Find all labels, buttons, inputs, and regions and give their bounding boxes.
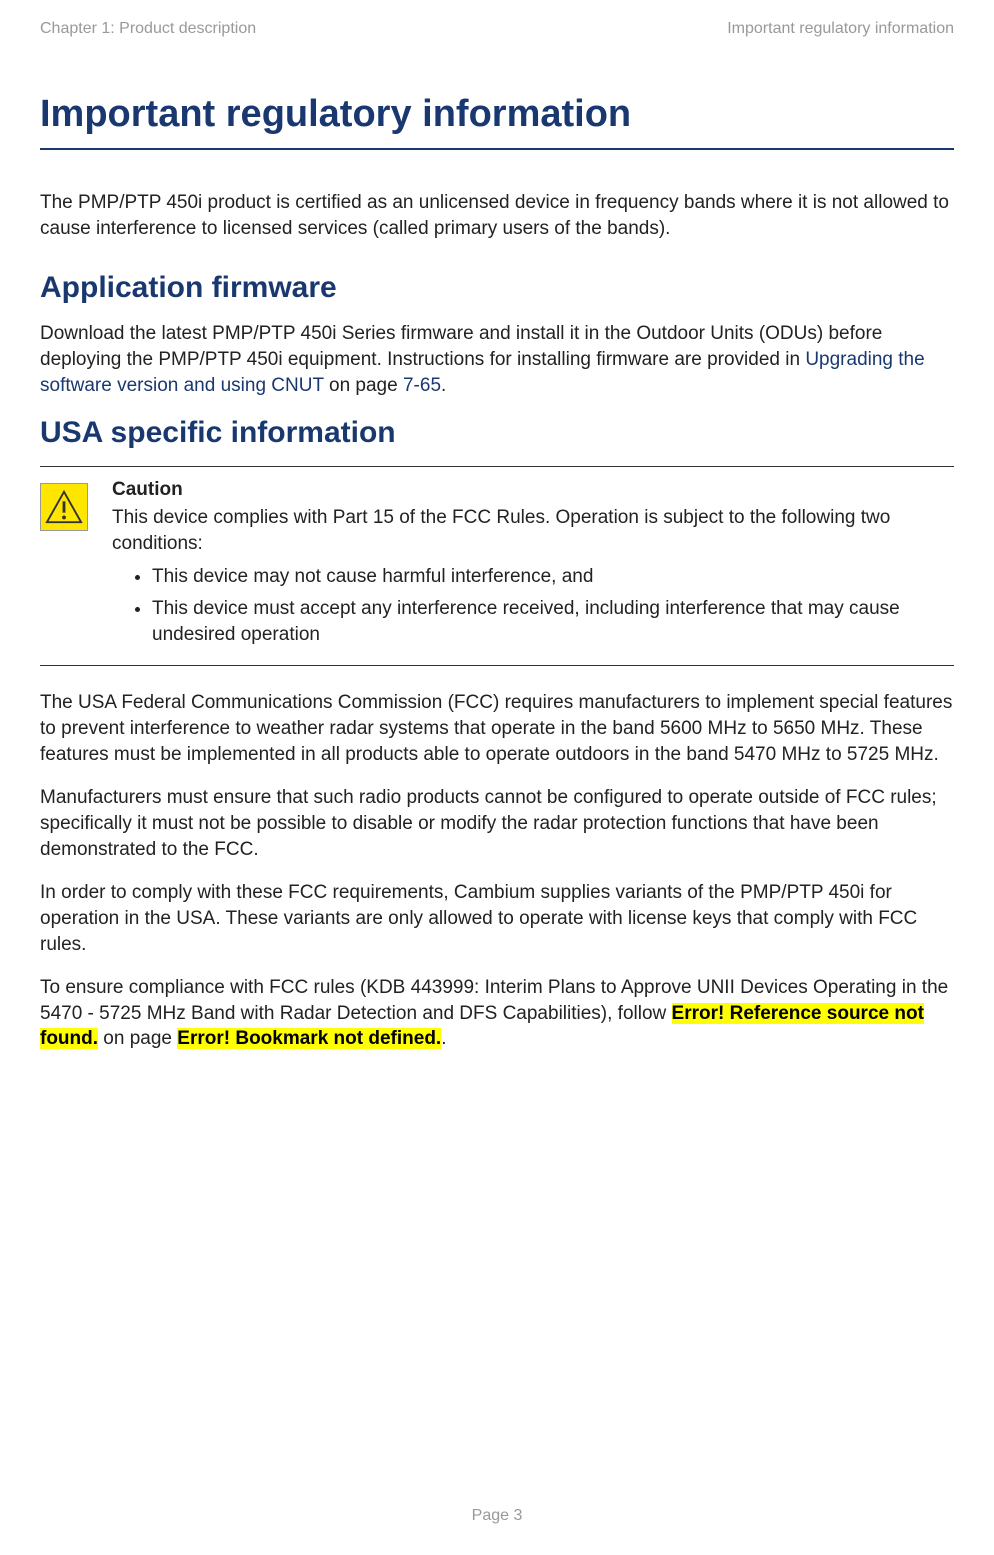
page-title: Important regulatory information xyxy=(40,93,954,150)
caution-icon xyxy=(40,483,88,531)
caution-label: Caution xyxy=(112,479,954,501)
caution-box: Caution This device complies with Part 1… xyxy=(40,466,954,666)
header-right: Important regulatory information xyxy=(727,20,954,38)
application-firmware-paragraph: Download the latest PMP/PTP 450i Series … xyxy=(40,321,954,398)
app-fw-text-mid: on page xyxy=(324,375,403,396)
page-ref-link[interactable]: 7-65 xyxy=(403,375,441,396)
usa-final-paragraph: To ensure compliance with FCC rules (KDB… xyxy=(40,975,954,1052)
usa-paragraph-3: In order to comply with these FCC requir… xyxy=(40,880,954,957)
caution-content: Caution This device complies with Part 1… xyxy=(112,479,954,653)
error-bookmark-not-defined: Error! Bookmark not defined. xyxy=(177,1028,441,1049)
intro-paragraph: The PMP/PTP 450i product is certified as… xyxy=(40,190,954,241)
caution-list-item: This device may not cause harmful interf… xyxy=(152,564,954,590)
caution-list-item: This device must accept any interference… xyxy=(152,596,954,647)
final-suffix: . xyxy=(441,1028,446,1049)
page-footer: Page 3 xyxy=(0,1507,994,1525)
caution-intro: This device complies with Part 15 of the… xyxy=(112,505,954,556)
app-fw-text-prefix: Download the latest PMP/PTP 450i Series … xyxy=(40,323,882,370)
section-heading-application-firmware: Application firmware xyxy=(40,271,954,305)
section-heading-usa: USA specific information xyxy=(40,416,954,450)
header-left: Chapter 1: Product description xyxy=(40,20,256,38)
app-fw-text-suffix: . xyxy=(441,375,446,396)
page-header: Chapter 1: Product description Important… xyxy=(40,20,954,38)
caution-list: This device may not cause harmful interf… xyxy=(112,564,954,647)
final-mid: on page xyxy=(98,1028,177,1049)
usa-paragraph-2: Manufacturers must ensure that such radi… xyxy=(40,785,954,862)
usa-paragraph-1: The USA Federal Communications Commissio… xyxy=(40,690,954,767)
